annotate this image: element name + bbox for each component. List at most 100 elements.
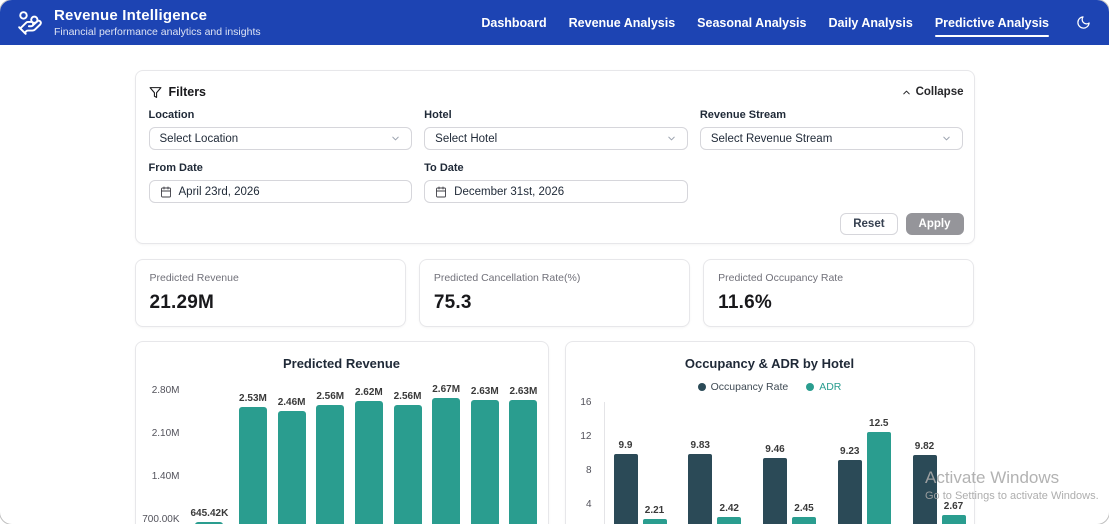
revenue-bar [509, 400, 538, 524]
revenue-bar [316, 404, 345, 524]
filters-title-label: Filters [168, 85, 207, 99]
nav-dashboard[interactable]: Dashboard [481, 12, 546, 34]
revenue-stream-select-value: Select Revenue Stream [710, 132, 833, 145]
revenue-bar-wrap: 2.63M [470, 386, 499, 524]
charts-row: Predicted Revenue 2.80M 2.10M 1.40M 700.00K… [134, 341, 975, 524]
revenue-bar [354, 401, 383, 524]
filters-grid: Location Select Location Hotel Select Ho… [148, 109, 964, 203]
stat-value: 11.6% [718, 292, 772, 313]
bar-value-label: 2.62M [354, 387, 383, 399]
adr-bar [717, 517, 742, 524]
to-date-input[interactable]: December 31st, 2026 [424, 180, 688, 203]
nav-seasonal-analysis[interactable]: Seasonal Analysis [697, 12, 806, 34]
revenue-bar-wrap: 2.67M [432, 384, 461, 524]
nav-revenue-analysis[interactable]: Revenue Analysis [569, 12, 676, 34]
occupancy-bar [613, 453, 638, 524]
collapse-label: Collapse [915, 86, 964, 98]
location-label: Location [148, 109, 195, 121]
nav-daily-analysis[interactable]: Daily Analysis [829, 12, 913, 34]
predicted-revenue-chart-card: Predicted Revenue 2.80M 2.10M 1.40M 700.00K… [134, 341, 549, 524]
chevron-down-icon [943, 136, 951, 141]
filters-actions: Reset Apply [149, 213, 964, 235]
location-field: Location Select Location [148, 109, 413, 150]
calendar-icon [436, 186, 447, 197]
revenue-bar-wrap: 2.62M [354, 387, 383, 524]
apply-button[interactable]: Apply [905, 213, 964, 235]
app-subtitle: Financial performance analytics and insi… [54, 26, 261, 38]
adr-bar-wrap: 12.5 [866, 417, 891, 524]
stat-card-predicted-occupancy-rate: Predicted Occupancy Rate 11.6% [703, 259, 975, 327]
hotel-select[interactable]: Select Hotel [424, 127, 688, 150]
revenue-bar-wrap: 2.63M [509, 386, 538, 524]
hotel-group: 9.83 2.42 [688, 440, 742, 524]
app-title: Revenue Intelligence [54, 7, 208, 24]
bar-value-label: 2.53M [239, 392, 267, 404]
adr-bar [941, 515, 966, 524]
grouped-bar-series: 9.9 2.21 9.83 2.42 9.46 2.45 9.23 12.5 9.82 2.67 [603, 402, 966, 524]
stat-label: Predicted Cancellation Rate(%) [433, 272, 581, 284]
hotel-group: 9.9 2.21 [613, 439, 667, 524]
bar-value-label: 9.9 [618, 439, 633, 451]
reset-button[interactable]: Reset [840, 213, 898, 235]
bar-value-label: 2.56M [393, 390, 422, 402]
legend-dot [697, 383, 706, 391]
bar-value-label: 2.42 [719, 503, 739, 515]
top-navbar: Revenue Intelligence Financial performan… [0, 0, 1109, 45]
filters-panel: Filters Collapse Location Select Locatio… [134, 70, 975, 244]
legend-label: ADR [819, 381, 842, 393]
bar-value-label: 9.46 [765, 443, 785, 455]
occupancy-bar [837, 459, 862, 524]
from-date-input[interactable]: April 23rd, 2026 [148, 180, 413, 203]
to-date-field: To Date December 31st, 2026 [424, 162, 688, 203]
from-date-value: April 23rd, 2026 [178, 185, 260, 198]
legend-dot [806, 383, 815, 391]
y-axis: 16 12 8 4 [566, 397, 596, 524]
revenue-stream-select[interactable]: Select Revenue Stream [699, 127, 964, 150]
revenue-bar-wrap: 2.46M [277, 396, 306, 524]
occupancy-bar-wrap: 9.83 [688, 440, 713, 524]
bar-value-label: 12.5 [869, 417, 889, 429]
bar-series: 645.42K 2.53M 2.46M 2.56M 2.62M 2.56M 2.67M 2.6… [190, 384, 538, 524]
filters-title: Filters [149, 85, 207, 99]
occupancy-bar [763, 457, 787, 524]
chart-title: Occupancy & ADR by Hotel [684, 356, 855, 371]
chart-title: Predicted Revenue [282, 356, 401, 371]
hotel-select-value: Select Hotel [435, 132, 498, 145]
stat-value: 75.3 [433, 292, 472, 313]
occupancy-bar-wrap: 9.82 [912, 440, 937, 524]
predicted-revenue-plot: 2.80M 2.10M 1.40M 700.00K 645.42K 2.53M 2.46M… [136, 384, 548, 524]
location-select[interactable]: Select Location [148, 127, 413, 150]
nav-predictive-analysis[interactable]: Predictive Analysis [934, 12, 1050, 37]
y-axis: 2.80M 2.10M 1.40M 700.00K [136, 385, 184, 524]
hotel-group: 9.46 2.45 [763, 444, 816, 524]
legend-label: Occupancy Rate [710, 381, 789, 393]
brand: Revenue Intelligence Financial performan… [16, 7, 261, 38]
adr-bar [642, 519, 667, 524]
y-axis-tick: 2.10M [151, 428, 180, 439]
to-date-value: December 31st, 2026 [454, 185, 565, 198]
main-nav: Dashboard Revenue Analysis Seasonal Anal… [481, 12, 1093, 37]
bar-value-label: 2.63M [470, 386, 499, 398]
y-axis-tick: 4 [585, 499, 592, 510]
revenue-stream-field: Revenue Stream Select Revenue Stream [699, 109, 964, 150]
revenue-bar [238, 406, 267, 524]
to-date-label: To Date [424, 162, 464, 174]
revenue-stream-label: Revenue Stream [699, 109, 787, 121]
revenue-bar [432, 398, 461, 524]
revenue-bar-wrap: 2.53M [238, 392, 267, 524]
bar-value-label: 2.21 [644, 505, 665, 517]
adr-bar-wrap: 2.42 [717, 503, 742, 524]
dark-mode-toggle[interactable] [1073, 13, 1093, 33]
moon-icon [1076, 16, 1090, 29]
stat-card-predicted-cancellation-rate: Predicted Cancellation Rate(%) 75.3 [418, 259, 691, 327]
occupancy-bar-wrap: 9.46 [763, 444, 787, 524]
y-axis-tick: 2.80M [151, 385, 180, 396]
bar-value-label: 2.46M [277, 396, 306, 408]
chevron-up-icon [902, 90, 910, 94]
bar-value-label: 645.42K [190, 508, 229, 520]
bar-value-label: 9.82 [914, 440, 935, 452]
main-content: Filters Collapse Location Select Locatio… [134, 45, 975, 524]
collapse-button[interactable]: Collapse [901, 86, 964, 98]
chart-legend: Occupancy Rate ADR [566, 380, 974, 394]
location-select-value: Select Location [159, 132, 239, 145]
